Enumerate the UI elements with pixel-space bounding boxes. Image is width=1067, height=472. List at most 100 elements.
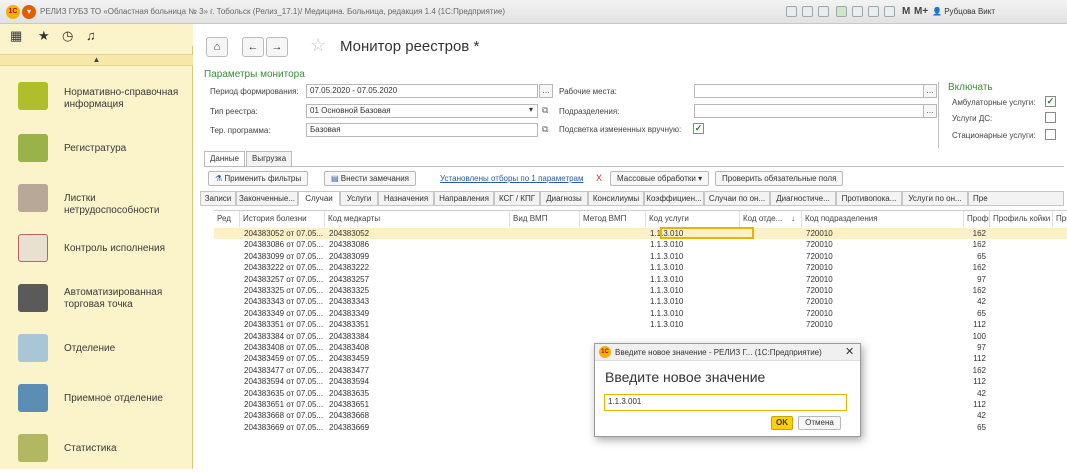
favorite-star-icon[interactable]: ☆: [310, 35, 326, 56]
subtab-contraindications[interactable]: Противопока...: [836, 191, 902, 206]
sidebar-item-sick-leave[interactable]: Листки нетрудоспособности: [0, 174, 193, 222]
col-service-header[interactable]: Код услуги: [646, 211, 740, 227]
clear-filters-button[interactable]: X: [596, 173, 602, 183]
cell-service: 1.1.3.010: [650, 308, 684, 318]
col-vmp-type-header[interactable]: Вид ВМП: [510, 211, 580, 227]
registry-type-field[interactable]: 01 Основной Базовая: [306, 104, 538, 118]
table-row[interactable]: 204383351 от 07.05... 204383351 1.1.3.010 7…: [214, 319, 1067, 330]
sidebar-item-statistics[interactable]: Статистика: [0, 424, 193, 472]
subtab-cases[interactable]: Случаи: [298, 191, 340, 206]
subtab-onco-cases[interactable]: Случаи по он...: [704, 191, 770, 206]
memory-m-button[interactable]: M: [902, 6, 910, 17]
ok-button[interactable]: OK: [771, 416, 793, 430]
program-field[interactable]: Базовая: [306, 123, 538, 137]
check-fields-button[interactable]: Проверить обязательные поля: [715, 171, 844, 186]
subtab-diagnostics[interactable]: Диагностиче...: [770, 191, 836, 206]
forward-button[interactable]: →: [266, 37, 288, 57]
subtab-completed[interactable]: Законченные...: [236, 191, 298, 206]
cell-division: 720010: [806, 320, 833, 330]
table-row[interactable]: 204383349 от 07.05... 204383349 1.1.3.010 7…: [214, 308, 1067, 319]
sidebar-item-department[interactable]: Отделение: [0, 324, 193, 372]
save-icon[interactable]: [786, 6, 797, 17]
divisions-field[interactable]: [694, 104, 924, 118]
add-remarks-button[interactable]: ▤ Внести замечания: [324, 171, 416, 186]
current-user[interactable]: 👤 Рубцова Викт: [932, 7, 995, 16]
table-row[interactable]: 204383222 от 07.05... 204383222 1.1.3.010 7…: [214, 262, 1067, 273]
new-value-input[interactable]: 1.1.3.001: [604, 394, 847, 411]
table-row[interactable]: 204383099 от 07.05... 204383099 1.1.3.010 7…: [214, 251, 1067, 262]
cell-profile: 97: [977, 274, 986, 284]
ds-checkbox[interactable]: [1045, 112, 1056, 123]
apps-grid-icon[interactable]: ▦: [10, 28, 22, 44]
subtab-referrals[interactable]: Направления: [434, 191, 494, 206]
print-icon[interactable]: [802, 6, 813, 17]
link-icon[interactable]: [836, 6, 847, 17]
history-clock-icon[interactable]: ◷: [62, 28, 73, 44]
table-row[interactable]: 204383343 от 07.05... 204383343 1.1.3.010 7…: [214, 296, 1067, 307]
apply-filters-button[interactable]: ⚗ Применить фильтры: [208, 171, 309, 186]
subtab-services[interactable]: Услуги: [340, 191, 378, 206]
col-division-header[interactable]: Код подразделения: [802, 211, 964, 227]
table-row[interactable]: 204383325 от 07.05... 204383325 1.1.3.010 7…: [214, 285, 1067, 296]
refresh-icon[interactable]: [852, 6, 863, 17]
col-sign-header[interactable]: Призна: [1053, 211, 1067, 227]
highlight-checkbox[interactable]: ✓: [693, 123, 704, 134]
table-row[interactable]: 204383052 от 07.05... 204383052 1.1.3.010 7…: [214, 228, 1067, 239]
subtab-councils[interactable]: Консилиумы: [588, 191, 644, 206]
subtab-onco-services[interactable]: Услуги по он...: [902, 191, 968, 206]
period-field[interactable]: 07.05.2020 - 07.05.2020: [306, 84, 538, 98]
tab-export[interactable]: Выгрузка: [246, 151, 293, 167]
col-card-header[interactable]: Код медкарты: [325, 211, 510, 227]
ambulatory-checkbox[interactable]: ✓: [1045, 96, 1056, 107]
sidebar-item-admission[interactable]: Приемное отделение: [0, 374, 193, 422]
workplaces-select-button[interactable]: …: [923, 84, 937, 98]
sidebar-item-pos[interactable]: Автоматизированная торговая точка: [0, 274, 193, 322]
cell-history: 204383384 от 07.05...: [244, 331, 324, 341]
main-menu-icon[interactable]: ▾: [22, 5, 36, 19]
cell-service: 1.1.3.010: [650, 240, 684, 250]
subtab-ksg[interactable]: КСГ / КПГ: [494, 191, 540, 206]
tab-data[interactable]: Данные: [204, 151, 245, 167]
memory-plus-button[interactable]: M+: [914, 6, 928, 17]
sidebar-item-reference[interactable]: Нормативно-справочная информация: [0, 72, 193, 120]
sidebar-item-control[interactable]: Контроль исполнения: [0, 224, 193, 272]
col-bed-header[interactable]: Профиль койки: [990, 211, 1053, 227]
cancel-button[interactable]: Отмена: [798, 416, 841, 430]
close-icon[interactable]: ✕: [845, 345, 854, 358]
back-button[interactable]: ←: [242, 37, 264, 57]
scroll-up-arrow-icon[interactable]: ▲: [0, 54, 193, 66]
col-vmp-method-header[interactable]: Метод ВМП: [580, 211, 646, 227]
chevron-down-icon[interactable]: ▾: [524, 104, 538, 118]
col-red-header[interactable]: Ред: [214, 211, 240, 227]
col-history-header[interactable]: История болезни: [240, 211, 325, 227]
table-row[interactable]: 204383086 от 07.05... 204383086 1.1.3.010 7…: [214, 239, 1067, 250]
workplaces-field[interactable]: [694, 84, 924, 98]
calculator-icon[interactable]: [868, 6, 879, 17]
preview-icon[interactable]: [818, 6, 829, 17]
divisions-select-button[interactable]: …: [923, 104, 937, 118]
table-row[interactable]: 204383384 от 07.05... 204383384 100: [214, 331, 1067, 342]
calendar-icon[interactable]: [884, 6, 895, 17]
cell-card: 204383052: [329, 229, 370, 238]
period-select-button[interactable]: …: [539, 84, 553, 98]
mass-processing-button[interactable]: Массовые обработки ▾: [610, 171, 710, 186]
open-icon[interactable]: ⧉: [542, 124, 548, 135]
table-row[interactable]: 204383257 от 07.05... 204383257 1.1.3.010 7…: [214, 274, 1067, 285]
cell-history: 204383086 от 07.05...: [244, 240, 324, 250]
subtab-records[interactable]: Записи: [200, 191, 236, 206]
filters-link[interactable]: Установлены отборы по 1 параметрам: [440, 174, 584, 183]
cell-service: 1.1.3.010: [650, 286, 684, 295]
notifications-bell-icon[interactable]: ♫: [86, 28, 96, 43]
stationary-checkbox[interactable]: [1045, 129, 1056, 140]
col-profile-header[interactable]: Профиль: [964, 211, 990, 227]
cell-history: 204383635 от 07.05...: [244, 388, 324, 398]
subtab-diagnoses[interactable]: Диагнозы: [540, 191, 588, 206]
cell-division: 720010: [806, 263, 833, 273]
subtab-more[interactable]: Пре: [968, 191, 1064, 206]
sidebar-item-registry[interactable]: Регистратура: [0, 124, 193, 172]
favorites-star-icon[interactable]: ★: [38, 28, 50, 44]
subtab-prescriptions[interactable]: Назначения: [378, 191, 434, 206]
home-button[interactable]: ⌂: [206, 37, 228, 57]
open-icon[interactable]: ⧉: [542, 105, 548, 116]
subtab-coefficients[interactable]: Коэффициен...: [644, 191, 704, 206]
